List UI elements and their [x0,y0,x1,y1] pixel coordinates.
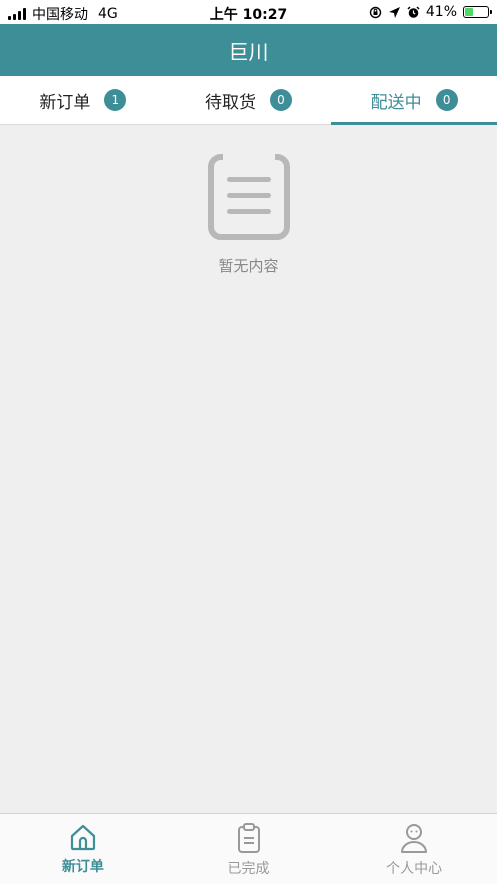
clipboard-icon [237,823,260,853]
order-tabs: 新订单 1 待取货 0 配送中 0 [0,76,497,125]
home-icon [70,824,95,851]
tab-awaiting-pickup[interactable]: 待取货 0 [166,76,332,124]
location-arrow-icon [388,6,400,18]
bottom-nav-new-orders[interactable]: 新订单 [0,814,166,884]
status-bar: 中国移动 4G 上午 10:27 41% [0,0,497,24]
tab-label: 配送中 [370,92,422,113]
tab-delivering[interactable]: 配送中 0 [331,76,497,125]
alarm-icon [407,5,420,18]
bottom-nav-label: 个人中心 [386,861,443,877]
status-right: 41% [369,4,492,20]
bottom-nav-completed[interactable]: 已完成 [166,814,332,884]
order-list-area: 暂无内容 [0,125,497,813]
count-badge: 1 [104,89,127,111]
tab-new-orders[interactable]: 新订单 1 [0,76,166,124]
empty-list-icon [207,153,290,240]
count-badge: 0 [270,89,292,111]
tab-label: 待取货 [205,92,256,113]
page-title: 巨川 [228,39,269,64]
bottom-nav-label: 新订单 [61,859,104,875]
battery-icon [463,6,492,18]
empty-state: 暂无内容 [0,153,497,276]
bottom-nav-profile[interactable]: 个人中心 [331,814,497,884]
tab-label: 新订单 [39,92,91,113]
bottom-nav-label: 已完成 [227,861,270,877]
battery-percent: 41% [425,4,457,20]
empty-state-text: 暂无内容 [218,257,279,275]
user-icon [401,824,428,853]
bottom-nav: 新订单 已完成 个人中心 [0,813,497,884]
orientation-lock-icon [369,6,382,18]
app-header: 巨川 [0,24,497,76]
count-badge: 0 [435,89,458,111]
